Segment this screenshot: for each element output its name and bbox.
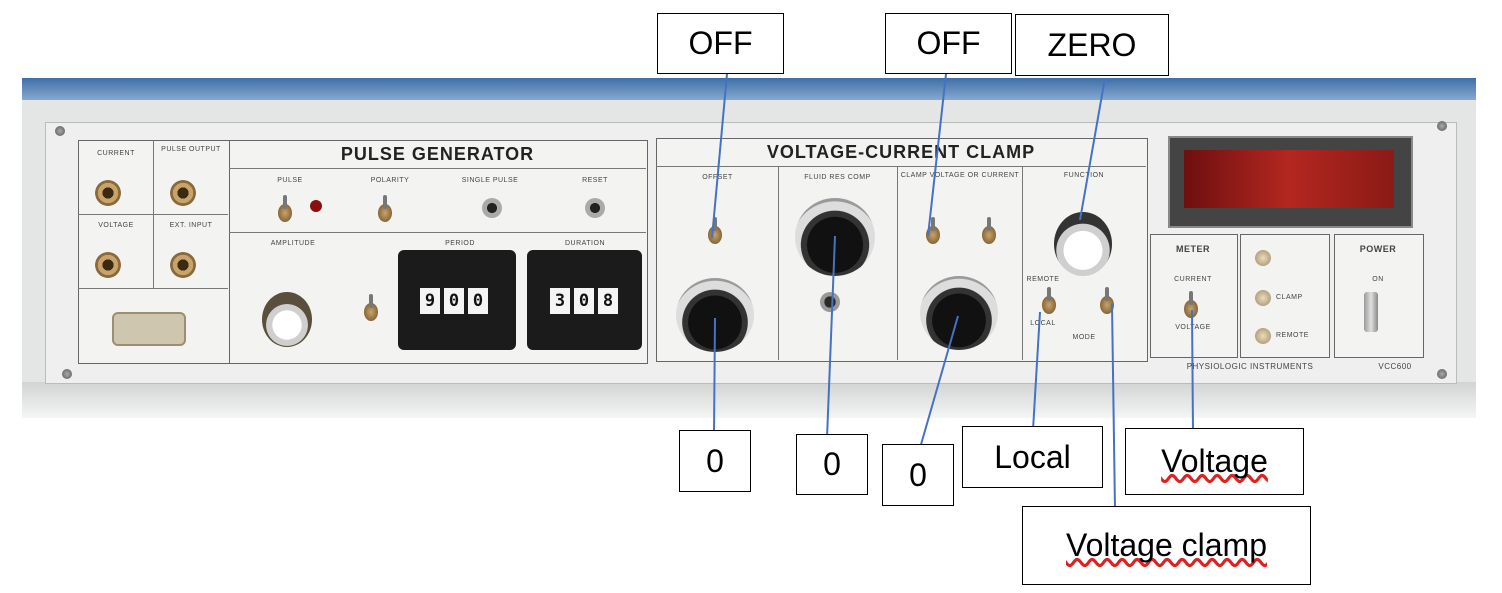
callout-lines [711,73,1194,511]
fluid-res-knob-callout: 0 [796,434,868,495]
mode-clamp-text: Voltage clamp [1065,527,1267,563]
offset-switch-leader [711,73,728,239]
offset-knob-callout: 0 [679,430,751,492]
fluid-res-knob-leader [826,235,836,439]
clamp-knob-callout: 0 [882,444,954,506]
clamp-knob-leader [919,315,959,449]
mode-clamp-leader [1111,303,1116,511]
mode-clamp-callout: Voltage clamp [1022,506,1311,585]
offset-switch-callout: OFF [657,13,784,74]
function-knob-callout: ZERO [1015,14,1169,76]
clamp-switch-leader [927,73,947,237]
mode-local-callout: Local [962,426,1103,488]
mode-local-leader [1032,311,1041,431]
meter-setting-text: Voltage [1161,443,1268,479]
meter-setting-callout: Voltage [1125,428,1304,495]
clamp-switch-callout: OFF [885,13,1012,74]
offset-knob-leader [713,317,716,435]
meter-setting-leader [1191,309,1194,433]
function-knob-leader [1079,77,1106,221]
